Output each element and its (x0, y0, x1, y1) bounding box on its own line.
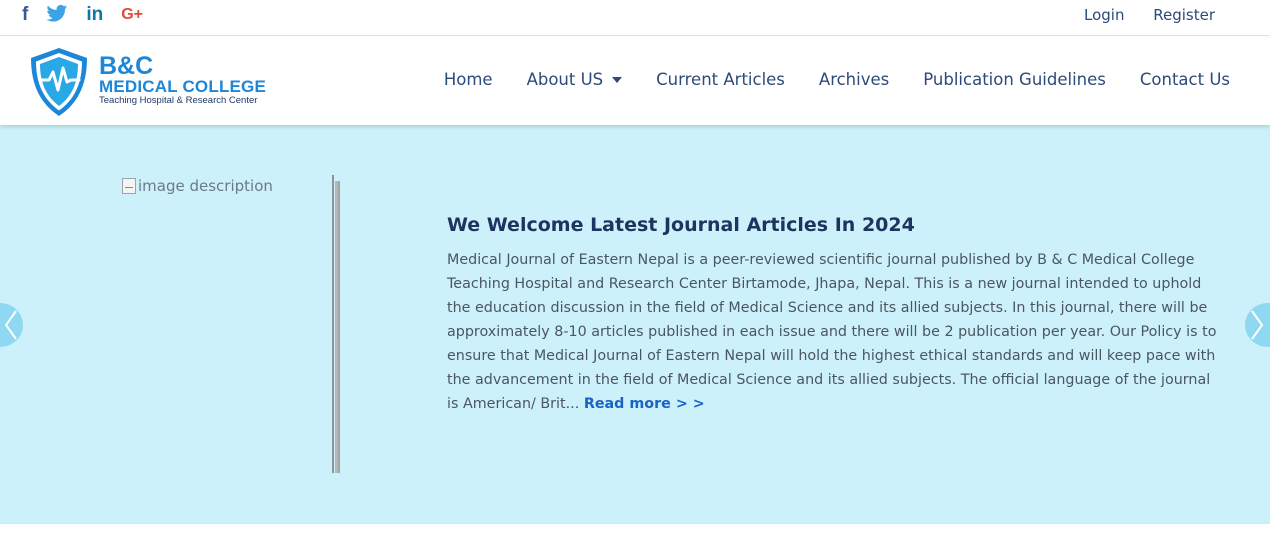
nav-publication-guidelines-label: Publication Guidelines (923, 70, 1106, 89)
nav-home[interactable]: Home (444, 70, 493, 89)
nav-about-label: About US (526, 70, 604, 89)
login-link[interactable]: Login (1084, 6, 1124, 24)
register-link[interactable]: Register (1153, 6, 1215, 24)
vertical-divider (332, 175, 340, 473)
main-nav: Home About US Current Articles Archives … (410, 70, 1230, 89)
social-links: f in G+ (22, 4, 161, 26)
nav-archives[interactable]: Archives (819, 70, 889, 89)
shield-heartbeat-icon (27, 46, 91, 122)
nav-contact-us[interactable]: Contact Us (1140, 70, 1230, 89)
site-logo[interactable]: B&C MEDICAL COLLEGE Teaching Hospital & … (27, 46, 266, 122)
hero-image-alt: image description (138, 177, 273, 195)
top-bar: f in G+ Login Register (0, 0, 1270, 36)
hero-bottom-border (0, 523, 1270, 524)
chevron-left-icon (4, 310, 17, 340)
twitter-icon[interactable] (46, 4, 68, 26)
hero-title: We Welcome Latest Journal Articles In 20… (447, 214, 915, 236)
hero-image: image description (122, 177, 273, 195)
slider-next-button[interactable] (1245, 303, 1270, 347)
logo-tagline: Teaching Hospital & Research Center (99, 95, 258, 106)
hero-body-text: Medical Journal of Eastern Nepal is a pe… (447, 252, 1217, 412)
nav-publication-guidelines[interactable]: Publication Guidelines (923, 70, 1106, 89)
linkedin-icon[interactable]: in (86, 4, 103, 26)
nav-current-articles[interactable]: Current Articles (656, 70, 785, 89)
read-more-link[interactable]: Read more > > (584, 396, 705, 412)
site-header: B&C MEDICAL COLLEGE Teaching Hospital & … (0, 37, 1270, 125)
hero-body: Medical Journal of Eastern Nepal is a pe… (447, 248, 1222, 416)
hero-content: We Welcome Latest Journal Articles In 20… (447, 212, 1222, 416)
broken-image-icon (122, 178, 136, 194)
auth-links: Login Register (1060, 6, 1215, 24)
facebook-icon[interactable]: f (22, 4, 28, 26)
nav-contact-us-label: Contact Us (1139, 70, 1230, 89)
hero-slider: image description We Welcome Latest Jour… (0, 125, 1270, 523)
logo-text: B&C MEDICAL COLLEGE Teaching Hospital & … (99, 52, 267, 107)
nav-about-us[interactable]: About US (527, 70, 623, 89)
nav-home-label: Home (443, 70, 493, 89)
caret-down-icon (612, 76, 623, 83)
google-plus-icon[interactable]: G+ (121, 4, 143, 26)
chevron-right-icon (1251, 310, 1264, 340)
logo-brand: B&C (99, 52, 154, 80)
logo-name: MEDICAL COLLEGE (99, 77, 267, 96)
nav-current-articles-label: Current Articles (656, 70, 785, 89)
nav-archives-label: Archives (818, 70, 890, 89)
